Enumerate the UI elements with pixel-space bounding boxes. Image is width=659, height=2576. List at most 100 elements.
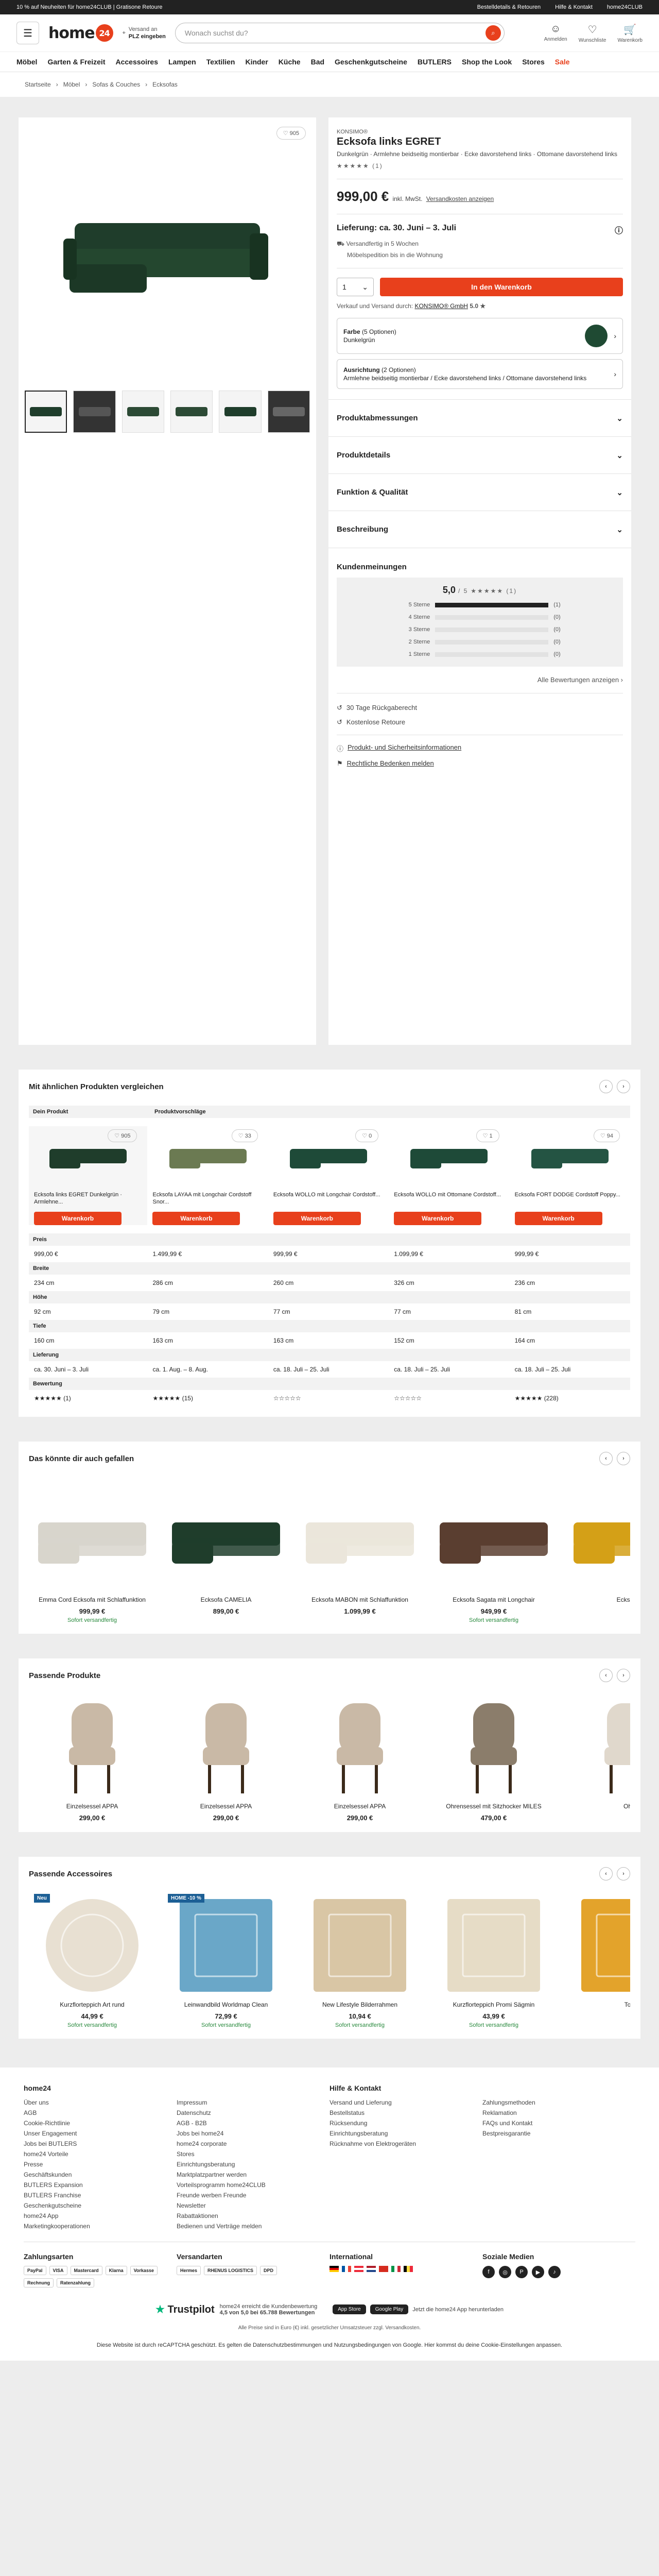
footer-link[interactable]: Rücknahme von Elektrogeräten xyxy=(330,2139,482,2149)
youtube-icon[interactable]: ▶ xyxy=(532,2266,544,2278)
search-icon[interactable]: ⌕ xyxy=(485,25,501,41)
add-to-cart-button[interactable]: Warenkorb xyxy=(514,1212,602,1225)
footer-link[interactable]: home24 Vorteile xyxy=(24,2149,177,2159)
nav-item[interactable]: Kinder xyxy=(245,58,268,66)
footer-link[interactable]: home24 App xyxy=(24,2211,177,2221)
breadcrumb-item[interactable]: Ecksofas xyxy=(152,81,178,88)
footer-link[interactable]: Einrichtungsberatung xyxy=(177,2159,330,2170)
footer-link[interactable]: Freunde werben Freunde xyxy=(177,2190,330,2200)
nav-item[interactable]: Garten & Freizeit xyxy=(47,58,105,66)
product-name[interactable]: Ohrensessel mit Sitzhocker MILES xyxy=(430,1803,557,1810)
nav-item[interactable]: BUTLERS xyxy=(418,58,452,66)
add-to-cart-button[interactable]: In den Warenkorb xyxy=(380,278,623,296)
footer-link[interactable]: Presse xyxy=(24,2159,177,2170)
tiktok-icon[interactable]: ♪ xyxy=(548,2266,561,2278)
add-to-cart-button[interactable]: Warenkorb xyxy=(273,1212,361,1225)
footer-link[interactable]: BUTLERS Franchise xyxy=(24,2190,177,2200)
product-card[interactable]: Einzelsessel APPA 299,00 € xyxy=(29,1696,155,1822)
location-selector[interactable]: ⌖ Versand an PLZ eingeben xyxy=(123,26,166,40)
footer-link[interactable]: AGB xyxy=(24,2108,177,2118)
nav-item[interactable]: Lampen xyxy=(168,58,196,66)
prev-arrow-icon[interactable]: ‹ xyxy=(599,1452,613,1465)
nav-item[interactable]: Bad xyxy=(311,58,324,66)
product-card[interactable]: HOME -10 % Leinwandbild Worldmap Clean 72,… xyxy=(163,1894,289,2028)
footer-link[interactable]: Bestpreisgarantie xyxy=(482,2128,635,2139)
accordion-1[interactable]: Produktabmessungen ⌄ xyxy=(328,399,631,436)
footer-link[interactable]: Marketingkooperationen xyxy=(24,2221,177,2231)
product-name[interactable]: Kurzflorteppich Art rund xyxy=(29,2001,155,2008)
footer-link[interactable]: Versand und Lieferung xyxy=(330,2097,482,2108)
product-card[interactable]: Ecksofa CAMELIA 899,00 € xyxy=(163,1489,289,1623)
product-name[interactable]: Oh xyxy=(564,1803,630,1810)
product-card[interactable]: Oh xyxy=(564,1696,630,1822)
product-image[interactable] xyxy=(163,1696,289,1799)
logo[interactable]: home 24 xyxy=(48,24,113,42)
product-card[interactable]: EXKLUSIV Ecksofa MABON mit Schlaffunktion… xyxy=(297,1489,423,1623)
next-arrow-icon[interactable]: › xyxy=(617,1080,630,1093)
thumbnail[interactable] xyxy=(25,391,67,433)
color-option[interactable]: Farbe (5 Optionen) Dunkelgrün › xyxy=(337,318,623,354)
instagram-icon[interactable]: ◎ xyxy=(499,2266,511,2278)
product-card[interactable]: Kurzflorteppich Promi Sägmin 43,99 € Sofor… xyxy=(430,1894,557,2028)
breadcrumb-item[interactable]: Startseite xyxy=(25,81,51,88)
product-image[interactable] xyxy=(430,1894,557,1997)
product-card[interactable]: Einzelsessel APPA 299,00 € xyxy=(297,1696,423,1822)
nav-item[interactable]: Textilien xyxy=(206,58,235,66)
product-name[interactable]: Einzelsessel APPA xyxy=(163,1803,289,1810)
compare-product-image[interactable]: ♡ 1 xyxy=(394,1126,504,1188)
legal-report-link[interactable]: ⚑ Rechtliche Bedenken melden xyxy=(328,756,631,771)
thumbnail[interactable] xyxy=(170,391,213,433)
footer-link[interactable]: BUTLERS Expansion xyxy=(24,2180,177,2190)
rating-bar-row[interactable]: 5 Sterne (1) xyxy=(352,602,608,608)
accordion-3[interactable]: Funktion & Qualität ⌄ xyxy=(328,473,631,511)
footer-link[interactable]: Geschäftskunden xyxy=(24,2170,177,2180)
wishlist-counter[interactable]: ♡ 1 xyxy=(476,1129,499,1142)
product-image[interactable] xyxy=(564,1696,630,1799)
rating-bar-row[interactable]: 4 Sterne (0) xyxy=(352,614,608,620)
product-image[interactable] xyxy=(297,1894,423,1997)
footer-link[interactable]: Einrichtungsberatung xyxy=(330,2128,482,2139)
footer-link[interactable]: Geschenkgutscheine xyxy=(24,2200,177,2211)
add-to-cart-button[interactable]: Warenkorb xyxy=(152,1212,240,1225)
wishlist-counter[interactable]: ♡ 905 xyxy=(276,127,306,140)
compare-product-image[interactable]: ♡ 905 xyxy=(34,1126,142,1188)
next-arrow-icon[interactable]: › xyxy=(617,1867,630,1880)
product-name[interactable]: Ecksofa CAMELIA xyxy=(163,1596,289,1603)
orientation-option[interactable]: Ausrichtung (2 Optionen) Armlehne beidsei… xyxy=(337,359,623,389)
product-card[interactable]: New Lifestyle Bilderrahmen 10,94 € Sofort … xyxy=(297,1894,423,2028)
product-image[interactable]: Neu xyxy=(29,1894,155,1997)
info-icon[interactable]: ⓘ xyxy=(615,224,623,236)
compare-product-name[interactable]: Ecksofa WOLLO mit Longchair Cordstoff... xyxy=(273,1191,384,1207)
nav-item[interactable]: Küche xyxy=(279,58,301,66)
product-image[interactable] xyxy=(564,1894,630,1997)
accordion-2[interactable]: Produktdetails ⌄ xyxy=(328,436,631,473)
product-card[interactable]: Einzelsessel APPA 299,00 € xyxy=(163,1696,289,1822)
product-image[interactable] xyxy=(564,1489,630,1592)
compare-product-image[interactable]: ♡ 33 xyxy=(152,1126,263,1188)
product-card[interactable]: Neu Kurzflorteppich Art rund 44,99 € Sofort… xyxy=(29,1894,155,2028)
wishlist-counter[interactable]: ♡ 0 xyxy=(355,1129,379,1142)
orders-link[interactable]: Bestelldetails & Retouren xyxy=(477,4,541,10)
footer-link[interactable]: Marktplatzpartner werden xyxy=(177,2170,330,2180)
product-card[interactable]: Ecksofa Sagata mit Longchair 949,99 € Sofo… xyxy=(430,1489,557,1623)
thumbnail[interactable] xyxy=(267,391,310,433)
safety-info-link[interactable]: ⓘ Produkt- und Sicherheitsinformationen xyxy=(328,740,631,756)
product-name[interactable]: New Lifestyle Bilderrahmen xyxy=(297,2001,423,2008)
prev-arrow-icon[interactable]: ‹ xyxy=(599,1080,613,1093)
prev-arrow-icon[interactable]: ‹ xyxy=(599,1867,613,1880)
facebook-icon[interactable]: f xyxy=(482,2266,495,2278)
product-image[interactable] xyxy=(29,1696,155,1799)
footer-link[interactable]: Bedienen und Verträge melden xyxy=(177,2221,330,2231)
rating-bar-row[interactable]: 2 Sterne (0) xyxy=(352,639,608,645)
nav-item[interactable]: Sale xyxy=(555,58,570,66)
play-store-button[interactable]: Google Play xyxy=(370,2304,409,2314)
compare-product-name[interactable]: Ecksofa FORT DODGE Cordstoff Poppy... xyxy=(515,1191,625,1207)
footer-link[interactable]: Jobs bei home24 xyxy=(177,2128,330,2139)
wishlist-counter[interactable]: ♡ 33 xyxy=(231,1129,258,1142)
nav-item[interactable]: Stores xyxy=(522,58,545,66)
main-product-image[interactable]: ♡ 905 xyxy=(19,117,316,391)
product-image[interactable] xyxy=(430,1696,557,1799)
footer-link[interactable]: home24 corporate xyxy=(177,2139,330,2149)
wishlist-button[interactable]: ♡ Wunschliste xyxy=(579,23,606,43)
product-card[interactable]: Emma Cord Ecksofa mit Schlaffunktion 999,… xyxy=(29,1489,155,1623)
